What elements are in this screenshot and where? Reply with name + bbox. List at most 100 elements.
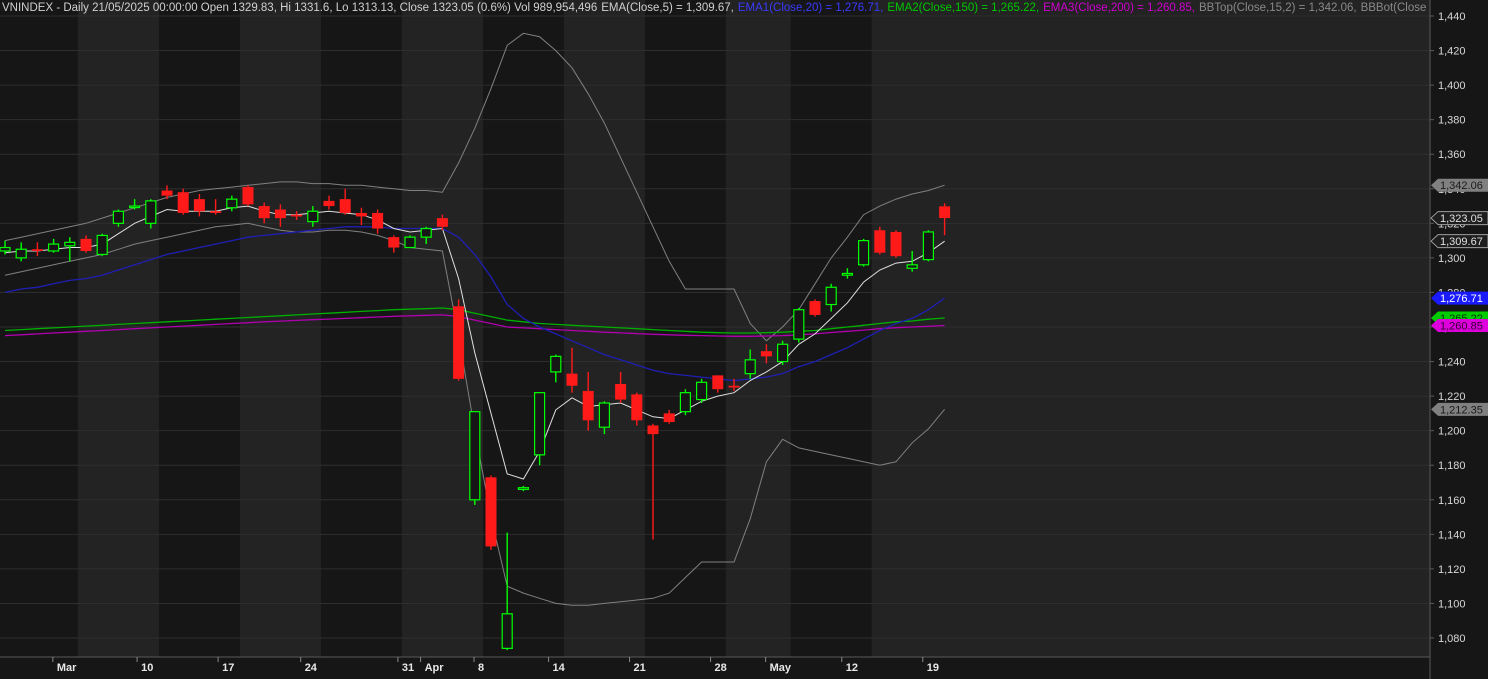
candle-body	[825, 286, 837, 306]
y-tick-label: 1,080	[1438, 633, 1466, 645]
candle-down	[210, 199, 222, 215]
candle-body	[712, 375, 724, 390]
y-tick-label: 1,140	[1438, 529, 1466, 541]
value-tag-label: 1,309.67	[1440, 236, 1483, 248]
value-tag-label: 1,212.35	[1440, 404, 1483, 416]
candle-body	[776, 343, 789, 363]
ema1-legend: EMA1(Close,20) = 1,276.71,	[737, 2, 884, 14]
y-tick-label: 1,200	[1438, 426, 1466, 438]
candle-body	[242, 187, 254, 205]
candle-body	[809, 301, 821, 315]
candle-down	[339, 188, 351, 215]
candle-down	[712, 375, 724, 393]
candle-body	[728, 385, 740, 388]
candle-down	[890, 230, 902, 258]
candle-body	[339, 199, 351, 213]
candle-body	[857, 240, 870, 266]
chart-header: VNINDEX - Daily 21/05/2025 00:00:00 Open…	[2, 0, 1432, 16]
candle-body	[64, 241, 76, 247]
candle-body	[226, 198, 238, 209]
x-tick-label: 21	[634, 662, 646, 674]
y-tick-label: 1,180	[1438, 460, 1466, 472]
value-tags: 1,342.061,323.051,309.671,276.711,265.22…	[1430, 178, 1488, 416]
candle-body	[274, 209, 286, 219]
candle-body	[307, 210, 319, 223]
candle-up	[517, 485, 530, 492]
candle-up	[857, 238, 870, 267]
candle-body	[193, 199, 205, 212]
candle-body	[355, 212, 367, 217]
candle-down	[485, 475, 497, 550]
y-tick-label: 1,160	[1438, 495, 1466, 507]
candle-body	[550, 355, 562, 373]
candle-body	[258, 206, 270, 219]
candle-down	[177, 188, 189, 215]
candle-down	[31, 242, 43, 257]
candle-body	[453, 306, 465, 379]
x-tick-label: Mar	[57, 662, 77, 674]
candle-up	[47, 238, 60, 253]
candle-up	[695, 378, 708, 404]
y-tick-label: 1,240	[1438, 357, 1466, 369]
candle-down	[874, 226, 886, 255]
candle-body	[906, 264, 918, 269]
value-tag-label: 1,342.06	[1440, 180, 1483, 192]
bbtop-legend: BBTop(Close,15,2) = 1,342.06,	[1198, 2, 1357, 14]
candle-body	[96, 234, 108, 256]
price-chart[interactable]: 1,080 1,100 1,120 1,140 1,160 1,180 1,200 1,220…	[0, 0, 1488, 679]
candle-down	[647, 423, 659, 540]
candle-body	[129, 205, 141, 209]
candle-body	[15, 248, 27, 259]
y-tick-label: 1,300	[1438, 253, 1466, 265]
candle-body	[679, 392, 692, 413]
ema-legend: EMA(Close,5) = 1,309.67,	[601, 2, 734, 14]
candle-down	[372, 209, 384, 234]
value-tag-label: 1,260.85	[1440, 321, 1483, 333]
candle-body	[112, 210, 125, 224]
week-band	[871, 0, 1430, 657]
candle-body	[80, 238, 92, 251]
candle-body	[760, 351, 772, 357]
y-tick-label: 1,100	[1438, 598, 1466, 610]
candle-body	[631, 394, 643, 421]
x-tick-label: 24	[305, 662, 318, 674]
value-tag-label: 1,276.71	[1440, 293, 1483, 305]
candle-down	[809, 299, 821, 317]
value-tag: 1,323.05	[1430, 211, 1488, 226]
candle-body	[210, 211, 222, 213]
candle-up	[679, 389, 692, 416]
candle-up	[404, 235, 416, 249]
x-tick-label: 17	[222, 662, 234, 674]
candle-up	[922, 230, 935, 262]
candle-up	[776, 340, 789, 366]
candle-body	[841, 272, 854, 276]
x-tick-label: 14	[553, 662, 566, 674]
candle-down	[453, 299, 465, 381]
candle-down	[242, 185, 254, 207]
candle-body	[793, 309, 805, 340]
candle-body	[323, 200, 335, 207]
candle-up	[15, 242, 27, 262]
candle-up	[825, 283, 837, 312]
y-tick-label: 1,380	[1438, 115, 1466, 127]
candle-body	[291, 214, 303, 217]
candle-body	[647, 425, 659, 435]
x-tick-label: Apr	[425, 662, 445, 674]
candle-body	[485, 477, 497, 547]
candle-body	[939, 206, 951, 219]
candle-body	[420, 227, 432, 238]
y-tick-label: 1,420	[1438, 46, 1466, 58]
x-tick-label: 8	[478, 662, 484, 674]
value-tag: 1,276.71	[1431, 291, 1488, 305]
candle-down	[663, 409, 675, 424]
candle-body	[404, 236, 416, 249]
bbbot-legend: BBBot(Close	[1360, 2, 1427, 14]
week-band	[239, 0, 321, 657]
value-tag: 1,212.35	[1431, 402, 1488, 416]
candle-body	[874, 230, 886, 253]
candle-up	[469, 411, 481, 505]
candle-body	[145, 200, 157, 224]
candle-down	[193, 193, 205, 217]
x-axis: Mar 10 17 24 31 Apr 8 14 21 28 May 12 19	[52, 657, 939, 674]
symbol-info: VNINDEX - Daily 21/05/2025 00:00:00 Open…	[2, 2, 598, 14]
